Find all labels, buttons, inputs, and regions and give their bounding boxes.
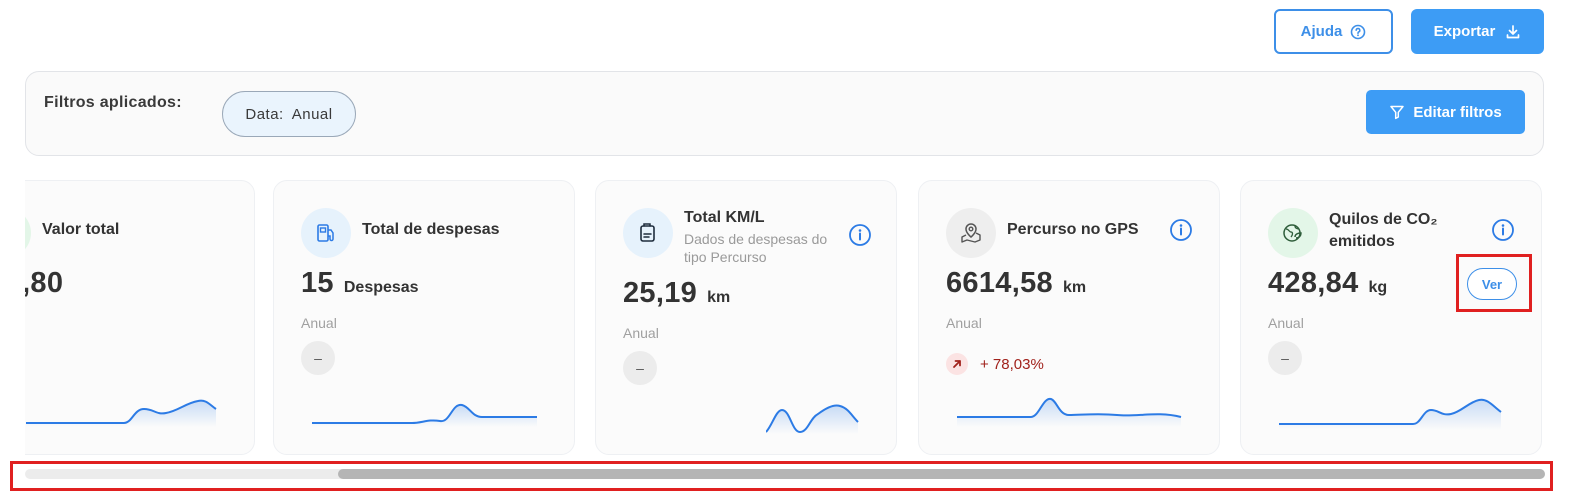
card-value: 1.667,80	[25, 267, 64, 299]
card-value: 6614,58 km	[946, 267, 1086, 300]
filter-title: Filtros aplicados:	[44, 94, 182, 111]
card-value-number: 15	[301, 267, 334, 299]
fuel-pump-icon	[301, 208, 351, 258]
card-co2: Quilos de CO₂ emitidos 428,84 kg Ver Anua…	[1240, 180, 1542, 455]
card-title: Percurso no GPS	[1007, 221, 1139, 238]
export-button[interactable]: Exportar	[1411, 9, 1544, 54]
fuel-can-icon	[623, 208, 673, 258]
sparkline	[26, 399, 217, 427]
trend-neutral-badge: –	[623, 351, 657, 385]
money-icon	[25, 208, 31, 258]
filter-funnel-icon	[1390, 105, 1405, 120]
info-icon[interactable]	[1169, 218, 1193, 242]
trend-value: + 78,03%	[980, 355, 1044, 373]
card-period: Anual	[623, 325, 659, 341]
card-title: Quilos de CO₂ emitidos	[1329, 211, 1438, 250]
horizontal-scrollbar[interactable]	[25, 469, 1545, 479]
sparkline	[1279, 398, 1502, 430]
help-button-label: Ajuda	[1300, 23, 1343, 40]
card-percurso-gps: Percurso no GPS 6614,58 km Anual + 78,03%	[918, 180, 1220, 455]
card-value: 25,19 km	[623, 277, 730, 310]
export-button-label: Exportar	[1433, 23, 1496, 40]
card-total-km-l: Total KM/L Dados de despesas do tipo Per…	[595, 180, 897, 455]
sparkline	[957, 397, 1182, 427]
metric-cards-carousel: Valor total 1.667,80 Total de despesas 1…	[25, 170, 1544, 460]
map-pin-icon	[946, 208, 996, 258]
card-title: Valor total	[42, 221, 120, 238]
edit-filters-button[interactable]: Editar filtros	[1366, 90, 1525, 134]
globe-leaf-icon	[1268, 208, 1318, 258]
scrollbar-thumb[interactable]	[338, 469, 1545, 479]
card-total-despesas: Total de despesas 15 Despesas Anual –	[273, 180, 575, 455]
trend-indicator: + 78,03%	[946, 353, 1044, 375]
sparkline	[766, 404, 859, 434]
card-valor-total: Valor total 1.667,80	[25, 180, 255, 455]
view-button[interactable]: Ver	[1467, 268, 1517, 300]
card-value-number: 428,84	[1268, 267, 1359, 299]
info-icon[interactable]	[1491, 218, 1515, 242]
card-value: 428,84 kg	[1268, 267, 1387, 300]
filter-chip-date[interactable]: Data: Anual	[222, 91, 356, 137]
trend-neutral-badge: –	[1268, 341, 1302, 375]
card-subtitle: Dados de despesas do tipo Percurso	[684, 231, 828, 265]
card-value-unit: Despesas	[343, 279, 419, 296]
filter-bar: Filtros aplicados: Data: Anual Editar fi…	[25, 71, 1544, 156]
filter-chip-value: Anual	[291, 105, 333, 123]
download-icon	[1506, 24, 1520, 38]
trend-neutral-badge: –	[301, 341, 335, 375]
edit-filters-label: Editar filtros	[1413, 103, 1502, 121]
sparkline	[312, 403, 537, 427]
filter-chip-key: Data:	[245, 105, 284, 123]
card-period: Anual	[1268, 315, 1304, 331]
card-period: Anual	[946, 315, 982, 331]
card-title: Total KM/L	[684, 209, 765, 226]
card-value-unit: km	[707, 289, 731, 306]
card-value-number: 25,19	[623, 277, 698, 309]
arrow-up-right-icon	[946, 353, 968, 375]
card-title: Total de despesas	[362, 221, 500, 238]
card-value-unit: km	[1062, 279, 1087, 296]
card-value-unit: kg	[1368, 279, 1388, 296]
info-icon[interactable]	[848, 223, 872, 247]
help-button[interactable]: Ajuda	[1274, 9, 1393, 54]
question-circle-icon	[1351, 24, 1366, 39]
card-period: Anual	[301, 315, 337, 331]
card-value-number: 6614,58	[946, 267, 1053, 299]
card-value: 15 Despesas	[301, 267, 419, 300]
